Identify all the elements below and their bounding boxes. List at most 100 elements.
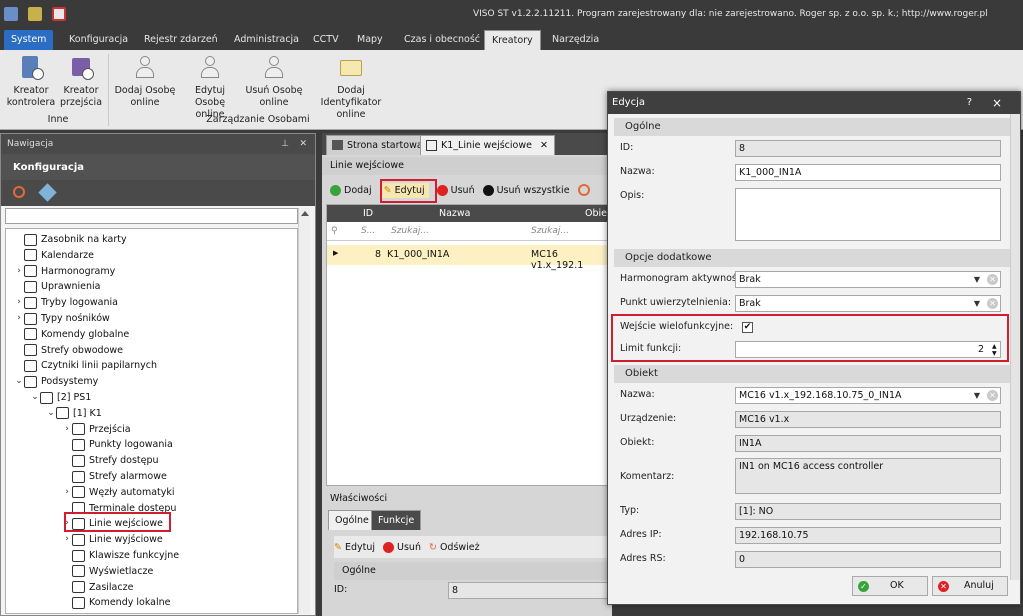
close-tab-icon[interactable]: ✕: [540, 140, 548, 151]
add-button[interactable]: Dodaj: [330, 184, 372, 196]
tree-item[interactable]: Strefy dostępu: [62, 453, 159, 468]
tab-k1-linie-wejsciowe[interactable]: K1_Linie wejściowe ✕: [420, 135, 555, 155]
tree-item[interactable]: › Harmonogramy: [14, 264, 115, 279]
add-identifier-button[interactable]: Dodaj Identyfikator online: [308, 52, 394, 121]
tree-item[interactable]: › Typy nośników: [14, 311, 110, 326]
tree-item[interactable]: › Tryby logowania: [14, 295, 118, 310]
refresh-icon[interactable]: [13, 186, 25, 198]
tab-strona-startowa[interactable]: Strona startowa: [326, 135, 430, 155]
chevron-down-icon[interactable]: ⌄: [30, 390, 40, 405]
menu-cctv[interactable]: CCTV: [306, 30, 346, 50]
menu-rejestr-zdarzen[interactable]: Rejestr zdarzeń: [137, 30, 225, 50]
tree-item[interactable]: Komendy lokalne: [62, 595, 170, 610]
dialog-close-button[interactable]: ×: [992, 92, 1002, 114]
description-field[interactable]: [735, 188, 1001, 241]
properties-edit-button[interactable]: ✎ Edytuj: [334, 542, 375, 553]
menu-kreatory[interactable]: Kreatory: [484, 30, 541, 50]
chevron-down-icon[interactable]: ⌄: [14, 374, 24, 389]
navigation-scrollbar[interactable]: [298, 208, 310, 614]
chevron-down-icon[interactable]: ▼: [972, 388, 982, 403]
row-urzadzenie: Urządzenie: MC16 v1.x: [614, 408, 1010, 432]
chevron-down-icon[interactable]: ⌄: [46, 406, 56, 421]
menu-narzedzia[interactable]: Narzędzia: [545, 30, 606, 50]
clear-icon[interactable]: ✕: [987, 274, 998, 285]
delete-person-button[interactable]: Usuń Osobę online: [244, 52, 304, 109]
chevron-right-icon[interactable]: ›: [62, 422, 72, 437]
table-row[interactable]: ▶ 8 K1_000_IN1A MC16 v1.x_192.1: [327, 245, 611, 271]
chevron-down-icon[interactable]: ▼: [972, 272, 982, 287]
name-field[interactable]: K1_000_IN1A: [735, 164, 1001, 181]
tree-item-label: Strefy obwodowe: [41, 344, 123, 356]
column-id[interactable]: ID: [363, 208, 373, 219]
row-adres-ip: Adres IP: 192.168.10.75: [614, 524, 1010, 548]
edit-person-icon: [197, 54, 223, 82]
help-button[interactable]: ?: [967, 92, 972, 114]
tree-item[interactable]: ⌄ Podsystemy: [14, 374, 98, 389]
navigation-panel: Nawigacja ⊥ ✕ Konfiguracja Zasobnik na k…: [0, 133, 316, 616]
controller-wizard-button[interactable]: Kreator kontrolera: [6, 52, 56, 109]
section-linie-wejsciowe: Linie wejściowe: [322, 157, 612, 175]
tree-item[interactable]: Uprawnienia: [14, 279, 100, 294]
chevron-right-icon[interactable]: ›: [14, 295, 24, 310]
menu-konfiguracja[interactable]: Konfiguracja: [62, 30, 135, 50]
close-icon[interactable]: ✕: [299, 134, 307, 154]
chevron-right-icon[interactable]: ›: [62, 532, 72, 547]
menu-system[interactable]: System: [4, 30, 54, 50]
tree-item[interactable]: Zasobnik na karty: [14, 232, 127, 247]
tab-ogolne[interactable]: Ogólne: [328, 510, 376, 530]
home-icon[interactable]: [52, 7, 66, 21]
chevron-right-icon[interactable]: ›: [62, 485, 72, 500]
auth-point-select[interactable]: Brak ▼ ✕: [735, 295, 1001, 312]
tree-item[interactable]: Zasilacze: [62, 580, 133, 595]
passage-wizard-button[interactable]: Kreator przejścia: [58, 52, 104, 109]
filter-obiekt[interactable]: Szukaj...: [531, 226, 569, 236]
tab-funkcje[interactable]: Funkcje: [371, 510, 422, 530]
quick-access-icon[interactable]: [28, 7, 42, 21]
delete-all-button[interactable]: Usuń wszystkie: [482, 184, 570, 196]
tree-item[interactable]: Czytniki linii papilarnych: [14, 358, 157, 373]
menu-czas-i-obecnosc[interactable]: Czas i obecność: [397, 30, 487, 50]
chevron-right-icon[interactable]: ›: [14, 311, 24, 326]
add-person-button[interactable]: Dodaj Osobę online: [114, 52, 176, 109]
tree-item[interactable]: Strefy alarmowe: [62, 469, 167, 484]
column-nazwa[interactable]: Nazwa: [439, 208, 471, 219]
tree-item[interactable]: ⌄ [2] PS1: [30, 390, 91, 405]
pin-icon[interactable]: ⊥: [281, 134, 289, 154]
tree-item[interactable]: › Przejścia: [62, 422, 131, 437]
cancel-button[interactable]: ✕ Anuluj: [932, 576, 1008, 596]
properties-delete-button[interactable]: Usuń: [383, 541, 421, 553]
object-name-select[interactable]: MC16 v1.x_192.168.10.75_0_IN1A ▼ ✕: [735, 387, 1001, 404]
filter-id[interactable]: S...: [361, 226, 375, 236]
ok-button[interactable]: ✓ OK: [852, 576, 928, 596]
edit-person-button[interactable]: Edytuj Osobę online: [179, 52, 241, 121]
column-obiekt[interactable]: Obie: [585, 208, 607, 219]
menu-administracja[interactable]: Administracja: [227, 30, 306, 50]
row-indicator-icon: ▶: [333, 249, 339, 257]
app-icon[interactable]: [4, 7, 18, 21]
filter-nazwa[interactable]: Szukaj...: [391, 226, 429, 236]
chevron-right-icon[interactable]: ›: [14, 264, 24, 279]
layers-icon[interactable]: [38, 183, 57, 202]
navigation-search-input[interactable]: [5, 208, 298, 224]
tree-item[interactable]: Wyświetlacze: [62, 564, 153, 579]
tree-item[interactable]: Kalendarze: [14, 248, 94, 263]
tree-item[interactable]: › Linie wyjściowe: [62, 532, 163, 547]
tree-item[interactable]: Klawisze funkcyjne: [62, 548, 179, 563]
refresh-icon[interactable]: [577, 184, 590, 196]
tree-item[interactable]: Punkty logowania: [62, 437, 173, 452]
tree-node-icon: [24, 265, 37, 278]
row-adres-rs: Adres RS: 0: [614, 548, 1010, 572]
tree-item[interactable]: ⌄ [1] K1: [46, 406, 102, 421]
menu-mapy[interactable]: Mapy: [350, 30, 390, 50]
title-bar: VISO ST v1.2.2.11211. Program zarejestro…: [0, 0, 1023, 28]
tree-item[interactable]: › Węzły automatyki: [62, 485, 175, 500]
chevron-down-icon[interactable]: ▼: [972, 296, 982, 311]
dialog-scrollbar[interactable]: [1010, 114, 1020, 580]
tree-item[interactable]: Strefy obwodowe: [14, 343, 123, 358]
delete-button[interactable]: Usuń: [436, 184, 475, 196]
clear-icon[interactable]: ✕: [987, 298, 998, 309]
tree-item[interactable]: Komendy globalne: [14, 327, 129, 342]
clear-icon[interactable]: ✕: [987, 390, 998, 401]
schedule-select[interactable]: Brak ▼ ✕: [735, 271, 1001, 288]
properties-refresh-button[interactable]: ↻ Odśwież: [429, 542, 480, 553]
